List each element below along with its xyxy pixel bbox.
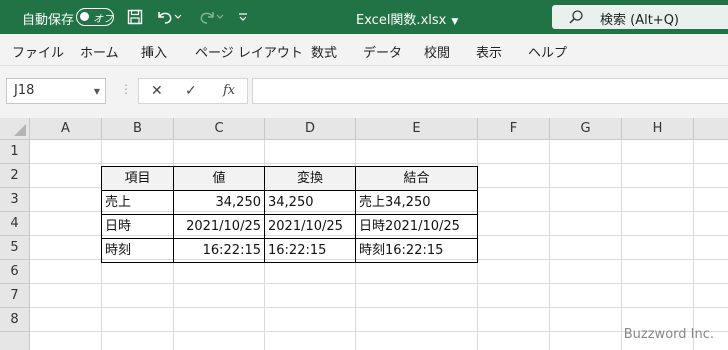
column-header-g[interactable]: G bbox=[550, 118, 622, 140]
row-header-overflow bbox=[0, 332, 30, 350]
column-header-h[interactable]: H bbox=[622, 118, 694, 140]
autosave-label: 自動保存 bbox=[22, 13, 75, 28]
select-all-triangle-icon bbox=[14, 124, 26, 136]
cell-b2[interactable]: 項目 bbox=[102, 167, 174, 191]
column-header-e[interactable]: E bbox=[356, 118, 478, 140]
column-header-a[interactable]: A bbox=[30, 118, 102, 140]
row-header-8[interactable]: 8 bbox=[0, 308, 30, 332]
cell-e3[interactable]: 売上34,250 bbox=[356, 191, 478, 215]
save-icon[interactable] bbox=[124, 6, 146, 28]
formula-input[interactable] bbox=[252, 78, 728, 104]
chevron-down-icon[interactable]: ▼ bbox=[94, 87, 100, 96]
toggle-knob bbox=[80, 12, 89, 21]
cell-b5[interactable]: 時刻 bbox=[102, 239, 174, 263]
cell-e5[interactable]: 時刻16:22:15 bbox=[356, 239, 478, 263]
title-bar: 自動保存 オフ Excel関数.xlsx ▼ 検索 (Alt+Q) bbox=[0, 0, 728, 34]
column-header-f[interactable]: F bbox=[478, 118, 550, 140]
gridline bbox=[621, 140, 622, 350]
spreadsheet-grid: A B C D E F G H 1 2 3 4 5 6 7 8 項目 値 変換 … bbox=[0, 118, 728, 350]
tab-file[interactable]: ファイル bbox=[12, 42, 64, 61]
file-name-text: Excel関数.xlsx bbox=[356, 13, 447, 28]
cell-d5[interactable]: 16:22:15 bbox=[265, 239, 356, 263]
customize-qat-icon[interactable] bbox=[232, 6, 254, 28]
cell-c4[interactable]: 2021/10/25 bbox=[174, 215, 265, 239]
cell-e2[interactable]: 結合 bbox=[356, 167, 478, 191]
column-header-b[interactable]: B bbox=[102, 118, 174, 140]
formula-bar: J18 ▼ ⋮ ✕ ✓ fx bbox=[0, 66, 728, 118]
autosave-state: オフ bbox=[93, 14, 113, 25]
row-header-6[interactable]: 6 bbox=[0, 260, 30, 284]
cell-b3[interactable]: 売上 bbox=[102, 191, 174, 215]
gridline bbox=[693, 140, 694, 350]
tab-data[interactable]: データ bbox=[363, 42, 402, 61]
row-header-1[interactable]: 1 bbox=[0, 140, 30, 164]
row-header-3[interactable]: 3 bbox=[0, 188, 30, 212]
search-placeholder: 検索 (Alt+Q) bbox=[600, 13, 680, 28]
grip-icon: ⋮ bbox=[120, 82, 132, 96]
tab-home[interactable]: ホーム bbox=[80, 42, 119, 61]
gridline bbox=[30, 163, 728, 164]
cell-d2[interactable]: 変換 bbox=[265, 167, 356, 191]
autosave-toggle[interactable]: オフ bbox=[76, 8, 114, 26]
name-box[interactable]: J18 ▼ bbox=[6, 78, 106, 104]
column-header-overflow bbox=[694, 118, 728, 140]
column-header-c[interactable]: C bbox=[174, 118, 265, 140]
cell-d4[interactable]: 2021/10/25 bbox=[265, 215, 356, 239]
enter-icon[interactable]: ✓ bbox=[185, 83, 197, 99]
cell-c3[interactable]: 34,250 bbox=[174, 191, 265, 215]
cell-b4[interactable]: 日時 bbox=[102, 215, 174, 239]
insert-function-icon[interactable]: fx bbox=[223, 83, 235, 98]
cell-c2[interactable]: 値 bbox=[174, 167, 265, 191]
formula-buttons: ✕ ✓ fx bbox=[138, 78, 248, 104]
gridline bbox=[30, 307, 728, 308]
chevron-down-icon: ▼ bbox=[451, 17, 459, 27]
tab-formulas[interactable]: 数式 bbox=[311, 42, 337, 61]
row-header-7[interactable]: 7 bbox=[0, 284, 30, 308]
gridline bbox=[549, 140, 550, 350]
file-name[interactable]: Excel関数.xlsx ▼ bbox=[356, 9, 458, 28]
search-box[interactable]: 検索 (Alt+Q) bbox=[552, 5, 728, 29]
row-header-5[interactable]: 5 bbox=[0, 236, 30, 260]
undo-dropdown-icon[interactable] bbox=[172, 6, 184, 28]
cancel-icon[interactable]: ✕ bbox=[151, 83, 163, 99]
select-all-button[interactable] bbox=[0, 118, 30, 140]
cell-d3[interactable]: 34,250 bbox=[265, 191, 356, 215]
watermark: Buzzword Inc. bbox=[623, 327, 714, 342]
tab-page-layout[interactable]: ページ レイアウト bbox=[195, 42, 303, 61]
cell-c5[interactable]: 16:22:15 bbox=[174, 239, 265, 263]
gridline bbox=[30, 283, 728, 284]
tab-view[interactable]: 表示 bbox=[476, 42, 502, 61]
ribbon-tabs: ファイル ホーム 挿入 ページ レイアウト 数式 データ 校閲 表示 ヘルプ bbox=[0, 34, 728, 66]
search-icon bbox=[568, 9, 584, 29]
row-header-4[interactable]: 4 bbox=[0, 212, 30, 236]
tab-insert[interactable]: 挿入 bbox=[141, 42, 167, 61]
name-box-value: J18 bbox=[14, 83, 35, 98]
tab-review[interactable]: 校閲 bbox=[424, 42, 450, 61]
cell-e4[interactable]: 日時2021/10/25 bbox=[356, 215, 478, 239]
column-header-d[interactable]: D bbox=[265, 118, 356, 140]
row-header-2[interactable]: 2 bbox=[0, 164, 30, 188]
redo-dropdown-icon[interactable] bbox=[214, 6, 226, 28]
tab-help[interactable]: ヘルプ bbox=[528, 42, 567, 61]
